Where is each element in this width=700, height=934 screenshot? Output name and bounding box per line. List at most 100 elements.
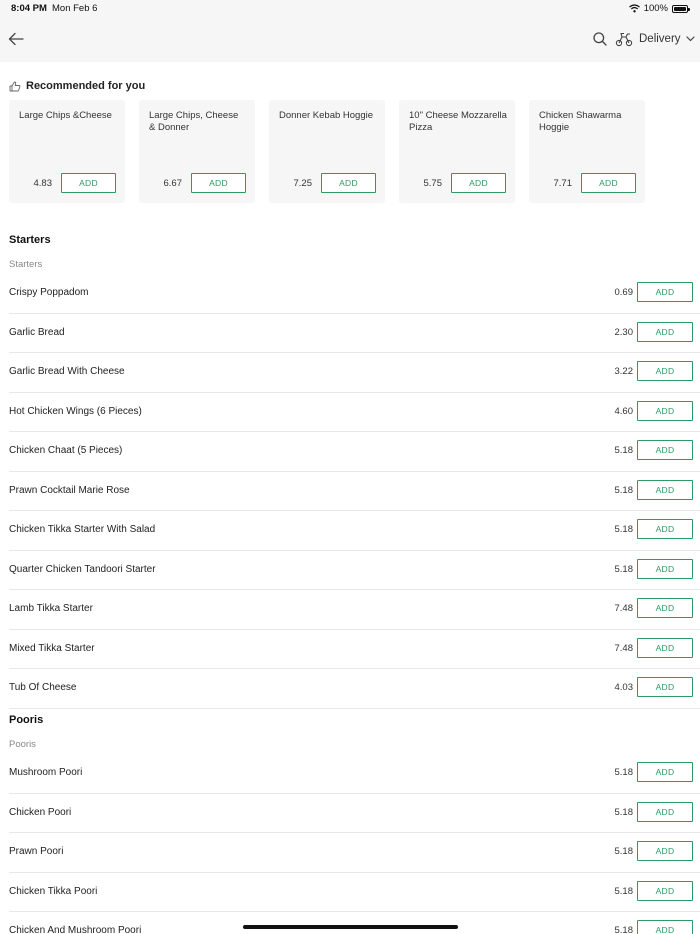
- menu-item-price: 4.60: [614, 405, 634, 417]
- menu-item-row[interactable]: Hot Chicken Wings (6 Pieces) 4.60 ADD: [0, 393, 700, 432]
- add-button[interactable]: ADD: [637, 801, 693, 822]
- menu-item-name: Quarter Chicken Tandoori Starter: [9, 563, 156, 575]
- recommended-item-price: 6.67: [163, 178, 183, 189]
- menu-item-name: Lamb Tikka Starter: [9, 603, 93, 614]
- recommended-heading: Recommended for you: [9, 80, 145, 92]
- menu-item-row[interactable]: Mixed Tikka Starter 7.48 ADD: [0, 630, 700, 669]
- menu-item-row[interactable]: Crispy Poppadom 0.69 ADD: [0, 274, 700, 314]
- recommended-card[interactable]: Donner Kebab Hoggie 7.25 ADD: [269, 100, 385, 203]
- menu-item-row[interactable]: Chicken Chaat (5 Pieces) 5.18 ADD: [0, 432, 700, 472]
- add-button[interactable]: ADD: [191, 173, 246, 193]
- recommended-item-name: Donner Kebab Hoggie: [279, 110, 374, 121]
- menu-item-price: 5.18: [614, 925, 634, 934]
- battery-icon: [672, 4, 690, 13]
- menu-item-row[interactable]: Mushroom Poori 5.18 ADD: [0, 754, 700, 794]
- search-button[interactable]: [592, 31, 608, 47]
- add-button[interactable]: ADD: [637, 479, 693, 500]
- chevron-down-icon: [685, 36, 695, 42]
- menu-item-price: 5.18: [614, 484, 634, 496]
- menu-item-row[interactable]: Tub Of Cheese 4.03 ADD: [0, 669, 700, 709]
- add-button[interactable]: ADD: [637, 440, 693, 460]
- status-time: 8:04 PM: [11, 3, 47, 14]
- add-button[interactable]: ADD: [451, 173, 506, 193]
- menu-item-price: 0.69: [614, 287, 634, 298]
- add-button[interactable]: ADD: [637, 637, 693, 658]
- recommended-card[interactable]: Large Chips &Cheese 4.83 ADD: [9, 100, 125, 203]
- menu-item-name: Prawn Cocktail Marie Rose: [9, 484, 130, 496]
- menu-item-price: 7.48: [614, 603, 634, 614]
- recommended-item-name: Large Chips, Cheese & Donner: [149, 110, 239, 133]
- recommended-title: Recommended for you: [26, 80, 146, 92]
- add-button[interactable]: ADD: [637, 880, 693, 901]
- add-button[interactable]: ADD: [637, 762, 693, 782]
- wifi-icon: [628, 4, 640, 13]
- menu-item-row[interactable]: Chicken Tikka Poori 5.18 ADD: [0, 873, 700, 912]
- add-button[interactable]: ADD: [637, 841, 693, 861]
- recommended-item-name: Large Chips &Cheese: [19, 110, 112, 121]
- menu-item-row[interactable]: Garlic Bread 2.30 ADD: [0, 314, 700, 353]
- menu-item-name: Garlic Bread With Cheese: [9, 366, 125, 377]
- recommended-item-name: 10" Cheese Mozzarella Pizza: [409, 110, 507, 133]
- recommended-carousel[interactable]: Large Chips &Cheese 4.83 ADD Large Chips…: [9, 100, 700, 204]
- row-divider: [9, 707, 700, 709]
- status-right: 100%: [628, 3, 690, 14]
- add-button[interactable]: ADD: [321, 173, 376, 193]
- home-indicator[interactable]: [243, 925, 458, 929]
- menu-item-name: Garlic Bread: [9, 326, 65, 338]
- recommended-item-price: 4.83: [33, 178, 53, 189]
- add-button[interactable]: ADD: [637, 400, 693, 421]
- menu-item-name: Mixed Tikka Starter: [9, 642, 95, 654]
- menu-item-price: 5.18: [614, 846, 634, 857]
- menu-item-row[interactable]: Prawn Cocktail Marie Rose 5.18 ADD: [0, 472, 700, 511]
- menu-item-name: Chicken Tikka Poori: [9, 885, 98, 897]
- menu-item-name: Crispy Poppadom: [9, 287, 89, 298]
- battery-percent: 100%: [643, 3, 668, 14]
- menu-item-name: Prawn Poori: [9, 846, 64, 857]
- menu-item-price: 5.18: [614, 563, 634, 575]
- add-button[interactable]: ADD: [61, 173, 116, 193]
- add-button[interactable]: ADD: [581, 173, 636, 193]
- section-subtitle-starters: Starters: [9, 259, 43, 270]
- menu-item-row[interactable]: Quarter Chicken Tandoori Starter 5.18 AD…: [0, 551, 700, 590]
- menu-item-name: Tub Of Cheese: [9, 682, 77, 693]
- recommended-item-price: 7.25: [293, 178, 313, 189]
- section-title-pooris: Pooris: [9, 714, 44, 726]
- add-button[interactable]: ADD: [637, 321, 693, 342]
- search-icon: [593, 32, 607, 46]
- menu-item-row[interactable]: Lamb Tikka Starter 7.48 ADD: [0, 590, 700, 630]
- recommended-card[interactable]: Large Chips, Cheese & Donner 6.67 ADD: [139, 100, 255, 203]
- recommended-item-price: 7.71: [553, 178, 573, 189]
- status-bar: 8:04 PM Mon Feb 6 100%: [0, 0, 700, 17]
- menu-item-row[interactable]: Chicken Poori 5.18 ADD: [0, 794, 700, 833]
- recommended-card[interactable]: Chicken Shawarma Hoggie 7.71 ADD: [529, 100, 645, 203]
- menu-item-price: 5.18: [614, 445, 634, 456]
- menu-item-name: Hot Chicken Wings (6 Pieces): [9, 405, 142, 417]
- menu-item-name: Chicken Chaat (5 Pieces): [9, 445, 123, 456]
- add-button[interactable]: ADD: [637, 519, 693, 539]
- thumbs-up-icon: [9, 81, 21, 91]
- menu-item-price: 7.48: [614, 642, 634, 654]
- section-subtitle-pooris: Pooris: [9, 739, 36, 750]
- menu-item-name: Chicken Tikka Starter With Salad: [9, 524, 156, 535]
- add-button[interactable]: ADD: [637, 677, 693, 697]
- section-title-starters: Starters: [9, 234, 51, 246]
- menu-item-price: 3.22: [614, 366, 634, 377]
- menu-item-row[interactable]: Chicken And Mushroom Poori 5.18 ADD: [0, 912, 700, 934]
- menu-item-name: Chicken And Mushroom Poori: [9, 925, 142, 934]
- delivery-mode-selector[interactable]: Delivery: [615, 29, 695, 49]
- recommended-card[interactable]: 10" Cheese Mozzarella Pizza 5.75 ADD: [399, 100, 515, 203]
- menu-item-row[interactable]: Chicken Tikka Starter With Salad 5.18 AD…: [0, 511, 700, 551]
- add-button[interactable]: ADD: [637, 920, 693, 934]
- menu-item-row[interactable]: Prawn Poori 5.18 ADD: [0, 833, 700, 873]
- add-button[interactable]: ADD: [637, 558, 693, 579]
- arrow-left-icon: [8, 32, 24, 46]
- add-button[interactable]: ADD: [637, 282, 693, 302]
- back-button[interactable]: [6, 29, 26, 49]
- recommended-item-name: Chicken Shawarma Hoggie: [539, 110, 622, 133]
- menu-item-price: 5.18: [614, 524, 634, 535]
- menu-item-price: 5.18: [614, 767, 634, 778]
- add-button[interactable]: ADD: [637, 361, 693, 381]
- add-button[interactable]: ADD: [637, 598, 693, 618]
- menu-item-row[interactable]: Garlic Bread With Cheese 3.22 ADD: [0, 353, 700, 393]
- recommended-item-price: 5.75: [423, 178, 443, 189]
